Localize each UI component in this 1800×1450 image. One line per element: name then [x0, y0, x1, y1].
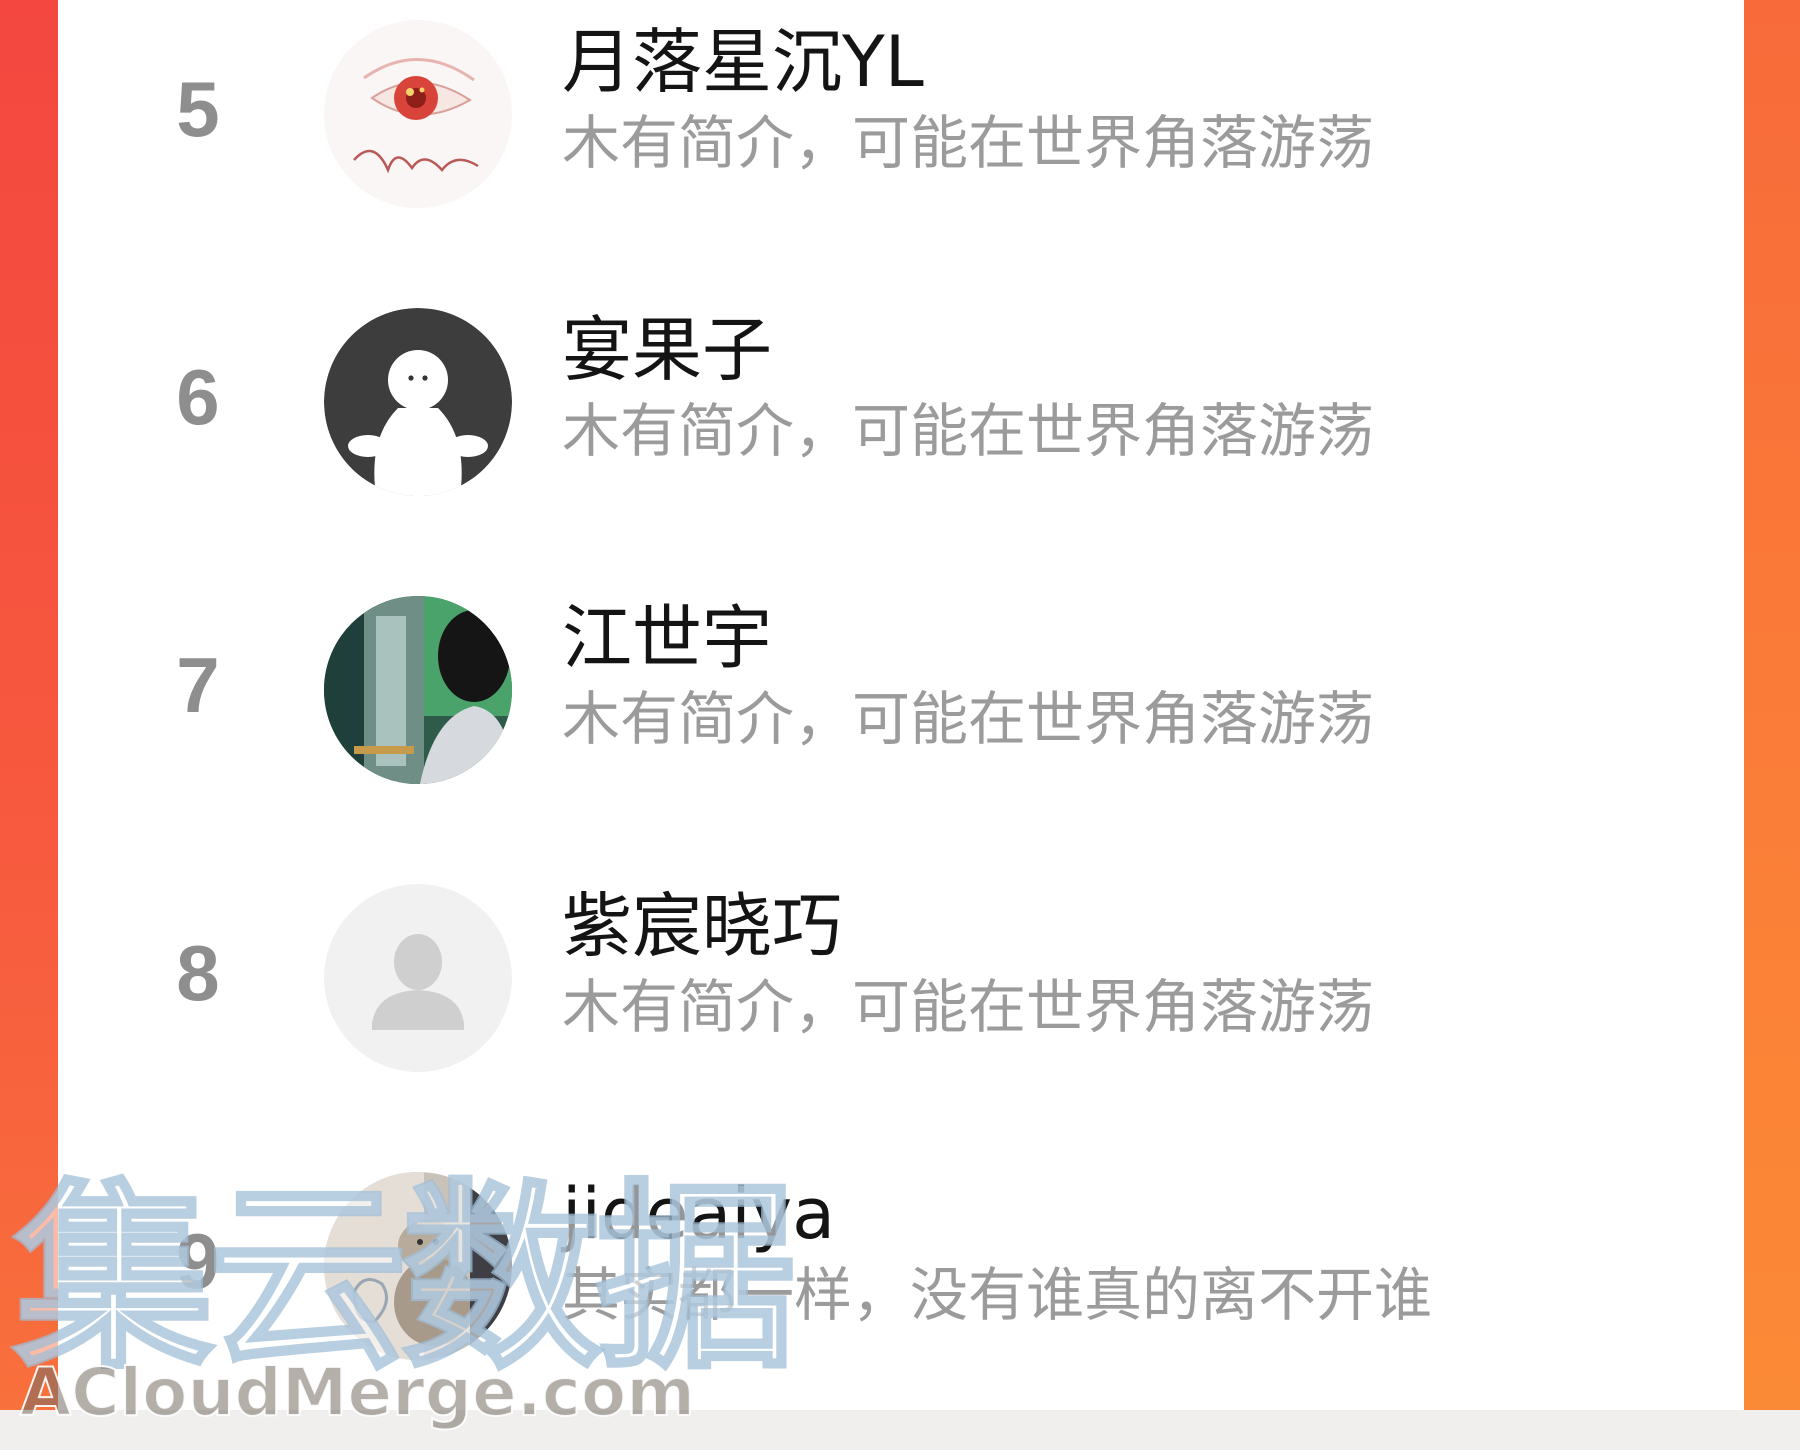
rank-number: 8: [176, 929, 220, 1017]
accent-right-edge: [1744, 0, 1800, 1410]
user-intro: 木有简介，可能在世界角落游荡: [562, 397, 1375, 465]
list-item[interactable]: 7 江世宇 木有简介，可能在世界角落游荡: [58, 576, 1744, 862]
user-name[interactable]: 紫宸晓巧: [562, 889, 842, 964]
user-intro: 木有简介，可能在世界角落游荡: [562, 973, 1375, 1041]
user-name[interactable]: 江世宇: [562, 601, 772, 676]
accent-left-edge: [0, 0, 58, 1410]
list-item[interactable]: 6 宴果子 木有简介，可能在世界角落游荡: [58, 288, 1744, 574]
rank-number: 6: [176, 353, 220, 441]
photo-avatar[interactable]: [324, 596, 512, 784]
user-name[interactable]: jideaiya: [562, 1177, 835, 1252]
user-intro: 木有简介，可能在世界角落游荡: [562, 109, 1375, 177]
rank-number: 5: [176, 65, 220, 153]
list-item[interactable]: 5 月落星沉YL 木有简介，可能在世界角落游荡: [58, 0, 1744, 286]
rank-number: 7: [176, 641, 220, 729]
eye-painting-avatar[interactable]: [324, 20, 512, 208]
user-name[interactable]: 宴果子: [562, 313, 772, 388]
ghost-figure-avatar[interactable]: [324, 308, 512, 496]
list-item[interactable]: 9 jideaiya 其实都一样，没有谁真的离不开谁: [58, 1152, 1744, 1438]
default-person-avatar[interactable]: [324, 884, 512, 1072]
list-item[interactable]: 8 紫宸晓巧 木有简介，可能在世界角落游荡: [58, 864, 1744, 1150]
ranking-list: 5 月落星沉YL 木有简介，可能在世界角落游荡 6 宴果子 木有简介，可能在世界…: [58, 0, 1744, 1410]
rank-number: 9: [176, 1217, 220, 1305]
user-intro: 其实都一样，没有谁真的离不开谁: [562, 1261, 1433, 1329]
user-intro: 木有简介，可能在世界角落游荡: [562, 685, 1375, 753]
plush-toy-avatar[interactable]: [324, 1172, 512, 1360]
user-name[interactable]: 月落星沉YL: [562, 25, 924, 100]
